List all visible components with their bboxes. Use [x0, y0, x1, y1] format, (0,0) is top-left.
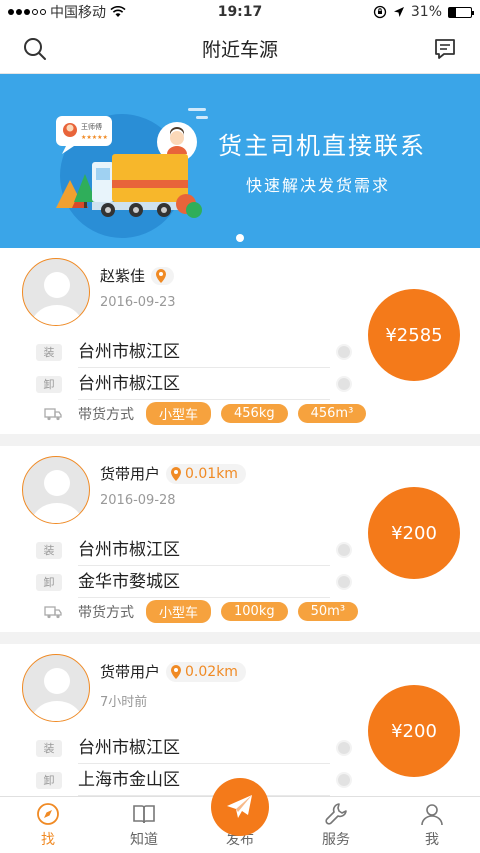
tab-me[interactable]: 我	[384, 797, 480, 853]
load-tag: 装	[36, 541, 62, 559]
battery-icon	[448, 6, 474, 18]
cargo-label: 带货方式	[78, 604, 134, 621]
user-name: 赵紫佳	[100, 267, 146, 285]
signal-icon	[8, 9, 46, 15]
tab-services[interactable]: 服务	[288, 797, 384, 853]
search-icon[interactable]	[22, 36, 48, 62]
truck-icon	[44, 605, 62, 618]
unload-radio[interactable]	[336, 772, 352, 788]
distance-badge: 0.02km	[166, 661, 246, 682]
weight-chip: 456kg	[221, 404, 288, 423]
tab-knowledge[interactable]: 知道	[96, 797, 192, 853]
post-date: 7小时前	[100, 695, 148, 710]
page-title: 附近车源	[201, 39, 278, 61]
unload-radio[interactable]	[336, 376, 352, 392]
distance-badge: 0.01km	[166, 463, 246, 484]
tab-label: 知道	[130, 832, 158, 848]
tab-label: 服务	[322, 832, 350, 848]
banner-headline: 货主司机直接联系	[218, 132, 426, 160]
price-button[interactable]: ¥2585	[368, 289, 460, 381]
avatar[interactable]	[22, 456, 90, 524]
volume-chip: 456m³	[297, 404, 367, 423]
volume-chip: 50m³	[297, 602, 359, 621]
message-icon[interactable]	[432, 36, 458, 62]
user-name-row: 货带用户 0.01km	[100, 463, 246, 484]
unload-tag: 卸	[36, 375, 62, 393]
publish-button[interactable]	[211, 778, 269, 836]
unload-tag: 卸	[36, 573, 62, 591]
carrier-name: 中国移动	[50, 5, 106, 21]
load-radio[interactable]	[336, 740, 352, 756]
rotation-lock-icon	[373, 5, 387, 19]
user-name: 货带用户	[100, 663, 161, 681]
cargo-row: 带货方式 小型车 456kg 456m³	[44, 402, 376, 425]
nav-bar: 附近车源	[0, 24, 480, 74]
svg-text:★★★★★: ★★★★★	[81, 134, 108, 141]
compass-icon	[37, 803, 59, 825]
price-button[interactable]: ¥200	[368, 487, 460, 579]
listing-card[interactable]: 赵紫佳 2016-09-23 装 台州市椒江区 卸 台州市椒江区 带货方式 小型…	[0, 248, 480, 434]
battery-percent: 31%	[410, 4, 442, 20]
distance-value: 0.02km	[185, 663, 238, 680]
price-button[interactable]: ¥200	[368, 685, 460, 777]
user-icon	[421, 804, 443, 826]
unload-row: 卸 台州市椒江区	[36, 368, 352, 400]
post-date: 2016-09-28	[100, 493, 176, 508]
paper-plane-icon	[227, 795, 252, 818]
load-address: 台州市椒江区	[78, 336, 330, 368]
status-bar: 中国移动 19:17 31%	[0, 0, 480, 24]
wifi-icon	[110, 6, 126, 17]
vehicle-chip: 小型车	[146, 402, 212, 425]
unload-address: 上海市金山区	[78, 764, 330, 796]
vehicle-chip: 小型车	[146, 600, 212, 623]
load-radio[interactable]	[336, 542, 352, 558]
load-row: 装 台州市椒江区	[36, 534, 352, 566]
unload-address: 台州市椒江区	[78, 368, 330, 400]
load-address: 台州市椒江区	[78, 732, 330, 764]
svg-text:王师傅: 王师傅	[81, 122, 102, 131]
cargo-row: 带货方式 小型车 100kg 50m³	[44, 600, 368, 623]
unload-address: 金华市婺城区	[78, 566, 330, 598]
promo-banner[interactable]: 王师傅 ★★★★★ 货主司机直接联系 快速解决发货需求	[0, 74, 480, 248]
location-pin-icon	[171, 466, 182, 481]
load-row: 装 台州市椒江区	[36, 732, 352, 764]
unload-row: 卸 金华市婺城区	[36, 566, 352, 598]
distance-badge	[151, 266, 175, 285]
wrench-icon	[325, 803, 347, 825]
avatar[interactable]	[22, 654, 90, 722]
tab-label: 我	[425, 832, 439, 848]
tab-label: 找	[41, 832, 55, 848]
unload-row: 卸 上海市金山区	[36, 764, 352, 796]
avatar[interactable]	[22, 258, 90, 326]
post-date: 2016-09-23	[100, 295, 176, 310]
banner-pager-dot[interactable]	[236, 234, 244, 242]
user-name-row: 赵紫佳	[100, 265, 175, 286]
load-row: 装 台州市椒江区	[36, 336, 352, 368]
user-name-row: 货带用户 0.02km	[100, 661, 246, 682]
location-arrow-icon	[393, 7, 404, 17]
tab-find[interactable]: 找	[0, 797, 96, 853]
cargo-label: 带货方式	[78, 406, 134, 423]
book-icon	[133, 805, 155, 824]
listing-card[interactable]: 货带用户 0.01km 2016-09-28 装 台州市椒江区 卸 金华市婺城区…	[0, 446, 480, 632]
load-radio[interactable]	[336, 344, 352, 360]
unload-radio[interactable]	[336, 574, 352, 590]
banner-subline: 快速解决发货需求	[246, 176, 391, 195]
load-address: 台州市椒江区	[78, 534, 330, 566]
user-name: 货带用户	[100, 465, 161, 483]
load-tag: 装	[36, 739, 62, 757]
location-pin-icon	[156, 268, 167, 283]
weight-chip: 100kg	[221, 602, 288, 621]
distance-value: 0.01km	[185, 465, 238, 482]
delivery-truck-illustration: 王师傅 ★★★★★	[56, 108, 208, 238]
load-tag: 装	[36, 343, 62, 361]
truck-icon	[44, 407, 62, 420]
unload-tag: 卸	[36, 771, 62, 789]
location-pin-icon	[171, 664, 182, 679]
